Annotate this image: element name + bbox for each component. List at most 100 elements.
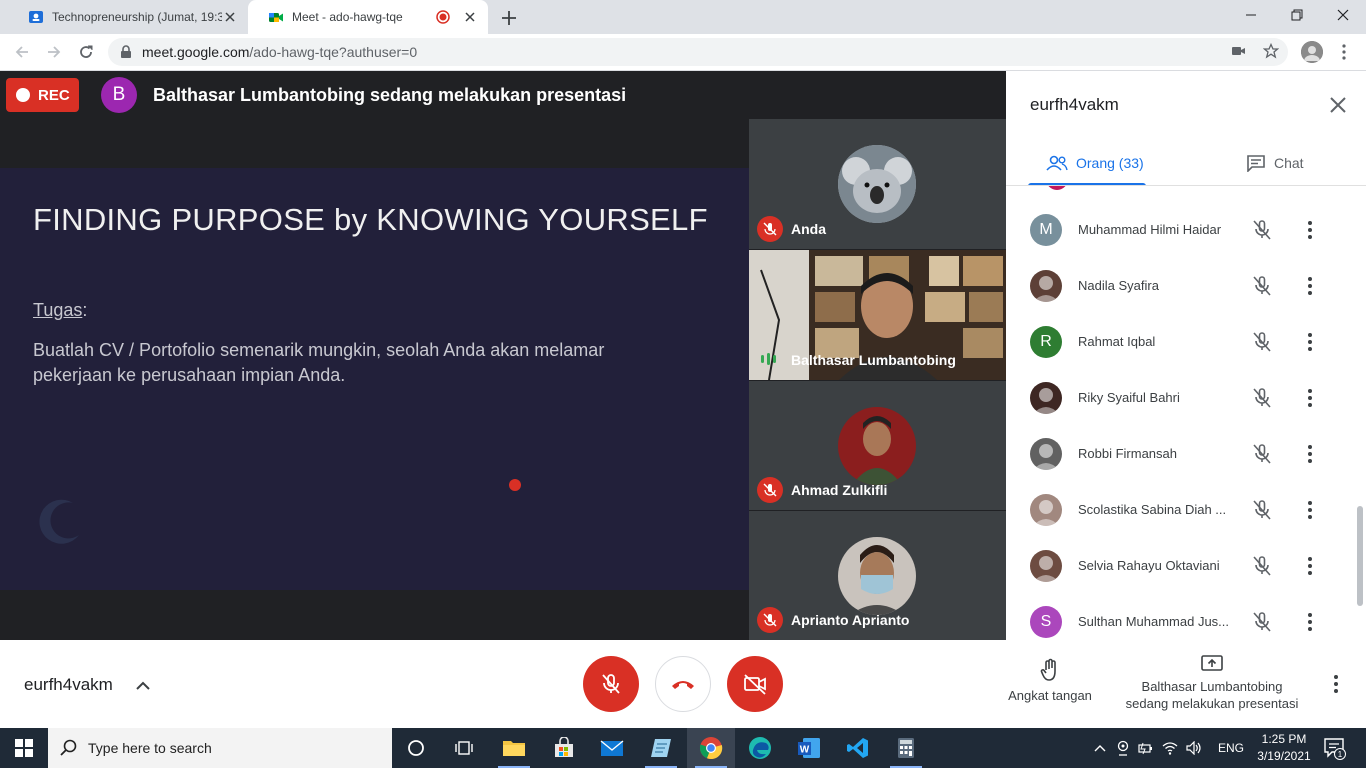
meet-favicon-icon [268,9,284,25]
tab-technopreneurship[interactable]: Technopreneurship (Jumat, 19:35 [8,0,248,34]
tile-name: Ahmad Zulkifli [791,482,888,498]
more-options-icon[interactable] [1326,672,1346,696]
wifi-icon[interactable] [1162,741,1178,755]
mic-off-icon[interactable] [1250,274,1274,298]
participant-more-icon[interactable] [1298,498,1322,522]
camera-permission-icon[interactable] [1232,45,1246,57]
reload-icon[interactable] [76,42,96,62]
minimize-icon[interactable] [1228,0,1274,30]
participant-name: Rahmat Iqbal [1078,334,1156,349]
participant-row[interactable]: Nadila Syafira [1006,258,1356,314]
calculator-icon[interactable] [882,728,930,768]
participant-row[interactable]: Scolastika Sabina Diah ... [1006,482,1356,538]
participant-row[interactable]: M Muhammad Hilmi Haidar [1006,202,1356,258]
recording-indicator-icon [436,10,450,24]
notification-center-icon[interactable]: 1 [1322,736,1346,760]
lock-icon[interactable] [120,45,132,59]
mic-off-icon[interactable] [1250,386,1274,410]
language-indicator[interactable]: ENG [1218,741,1244,755]
participant-list[interactable]: M Muhammad Hilmi Haidar Nadila Syafira R Rah… [1006,186,1366,640]
meeting-code[interactable]: eurfh4vakm [24,675,113,695]
participant-row[interactable]: Robbi Firmansah [1006,426,1356,482]
participant-row[interactable]: R Rahmat Iqbal [1006,314,1356,370]
participant-more-icon[interactable] [1298,554,1322,578]
browser-menu-icon[interactable] [1337,43,1351,61]
participant-more-icon[interactable] [1298,330,1322,354]
task-suffix: : [82,300,88,320]
close-window-icon[interactable] [1320,0,1366,30]
meeting-controls-bar: eurfh4vakm Angkat tangan Balthasar Lumba… [0,640,1366,728]
cortana-icon[interactable] [392,728,440,768]
tab-meet[interactable]: Meet - ado-hawg-tqe [248,0,488,34]
participant-tile[interactable]: Anda [749,119,1006,249]
camera-toggle-button[interactable] [727,656,783,712]
profile-avatar[interactable] [1301,41,1323,63]
raise-hand-button[interactable]: Angkat tangan [1000,658,1100,703]
bookmark-star-icon[interactable] [1263,43,1279,59]
edge-icon[interactable] [736,728,784,768]
search-icon [60,739,78,757]
tab-people[interactable]: Orang (33) [1028,143,1146,183]
participant-row[interactable]: S Sulthan Muhammad Jus... [1006,594,1356,640]
close-panel-icon[interactable] [1326,93,1350,117]
mail-icon[interactable] [588,728,636,768]
presenting-label: Balthasar Lumbantobing sedang melakukan p… [1112,678,1312,712]
browser-tab-strip: Technopreneurship (Jumat, 19:35 Meet - a… [0,0,1366,34]
task-view-icon[interactable] [440,728,488,768]
panel-title: eurfh4vakm [1030,95,1119,114]
participant-row[interactable]: Selvia Rahayu Oktaviani [1006,538,1356,594]
tab-chat[interactable]: Chat [1246,143,1346,183]
mouse-pointer-icon [509,479,521,491]
participant-more-icon[interactable] [1298,610,1322,634]
mic-off-icon[interactable] [1250,218,1274,242]
mic-off-icon[interactable] [1250,554,1274,578]
mic-off-icon[interactable] [1250,442,1274,466]
battery-icon[interactable] [1138,741,1154,755]
participant-more-icon[interactable] [1298,218,1322,242]
participant-avatar [1030,270,1062,302]
participant-photo-avatar [838,537,916,615]
notes-app-icon[interactable] [637,728,685,768]
taskbar-search-box[interactable]: Type here to search [48,728,392,768]
word-icon[interactable]: W [785,728,833,768]
file-explorer-icon[interactable] [490,728,538,768]
participant-tile-active[interactable]: Balthasar Lumbantobing [749,250,1006,380]
participant-photo-avatar [838,407,916,485]
mic-off-icon[interactable] [1250,498,1274,522]
volume-icon[interactable] [1186,741,1202,755]
participant-more-icon[interactable] [1298,274,1322,298]
restore-icon[interactable] [1274,0,1320,30]
person-photo-icon [1033,500,1059,526]
clock-date: 3/19/2021 [1257,749,1311,763]
address-bar[interactable]: meet.google.com/ado-hawg-tqe?authuser=0 [108,38,1288,66]
system-tray [1094,728,1202,768]
microsoft-store-icon[interactable] [540,728,588,768]
taskbar-clock[interactable]: 1:25 PM 3/19/2021 [1248,731,1320,765]
participant-name: Muhammad Hilmi Haidar [1078,222,1222,237]
chrome-icon[interactable] [687,728,735,768]
participant-more-icon[interactable] [1298,442,1322,466]
presentation-status-button[interactable]: Balthasar Lumbantobing sedang melakukan p… [1112,654,1312,712]
vscode-icon[interactable] [834,728,882,768]
leave-call-button[interactable] [655,656,711,712]
close-tab-icon[interactable] [462,9,478,25]
mic-off-icon[interactable] [1250,330,1274,354]
close-tab-icon[interactable] [222,9,238,25]
webcam-tray-icon[interactable] [1116,740,1130,756]
forward-icon[interactable] [44,42,64,62]
windows-start-icon[interactable] [0,728,48,768]
tab-title: Meet - ado-hawg-tqe [292,10,403,24]
participant-more-icon[interactable] [1298,386,1322,410]
chevron-up-icon[interactable] [1094,743,1106,753]
participant-tile[interactable]: Ahmad Zulkifli [749,381,1006,510]
scrollbar[interactable] [1357,506,1363,606]
participant-avatar [1030,550,1062,582]
mic-off-icon[interactable] [1250,610,1274,634]
mic-toggle-button[interactable] [583,656,639,712]
participant-row[interactable]: Riky Syaiful Bahri [1006,370,1356,426]
back-icon[interactable] [12,42,32,62]
presentation-slide[interactable]: FINDING PURPOSE by KNOWING YOURSELF Tuga… [0,168,749,590]
participant-tile[interactable]: Aprianto Aprianto [749,511,1006,640]
chevron-up-icon[interactable] [133,676,153,694]
new-tab-icon[interactable] [498,7,520,29]
